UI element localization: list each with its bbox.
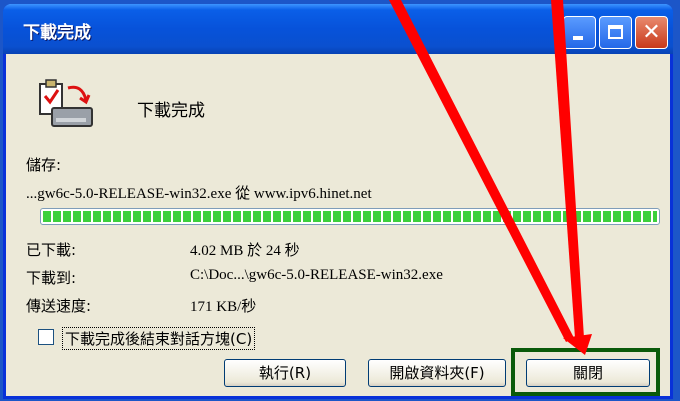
close-button-highlight: [511, 348, 660, 396]
download-progress-bar: [40, 208, 660, 225]
source-file-text: ...gw6c-5.0-RELEASE-win32.exe 從 www.ipv6…: [26, 186, 372, 202]
close-window-button[interactable]: ✕: [635, 16, 668, 49]
close-icon: ✕: [642, 20, 661, 45]
maximize-button[interactable]: [599, 16, 632, 49]
open-folder-button[interactable]: 開啟資料夾(F): [368, 359, 506, 387]
maximize-icon: [608, 25, 623, 39]
status-heading: 下載完成: [137, 101, 205, 121]
download-complete-icon: [39, 79, 93, 127]
minimize-button[interactable]: [563, 16, 596, 49]
downloaded-label: 已下載:: [26, 241, 77, 259]
download-to-value: C:\Doc...\gw6c-5.0-RELEASE-win32.exe: [190, 267, 443, 283]
run-button[interactable]: 執行(R): [224, 359, 346, 387]
save-label: 儲存:: [26, 156, 62, 174]
close-after-checkbox[interactable]: [38, 329, 54, 345]
download-complete-dialog: 下載完成 ✕ 下載完成 儲存: ...gw6c-5.0-RELEASE-win3…: [3, 4, 673, 399]
downloaded-value: 4.02 MB 於 24 秒: [190, 243, 300, 259]
download-to-label: 下載到:: [26, 269, 77, 287]
close-after-label[interactable]: 下載完成後結束對話方塊(C): [62, 327, 256, 350]
transfer-rate-value: 171 KB/秒: [190, 299, 257, 315]
title-bar[interactable]: 下載完成 ✕: [3, 4, 673, 54]
window-title: 下載完成: [23, 23, 91, 43]
minimize-icon: [573, 36, 583, 40]
progress-fill: [43, 211, 657, 222]
transfer-rate-label: 傳送速度:: [26, 297, 92, 315]
